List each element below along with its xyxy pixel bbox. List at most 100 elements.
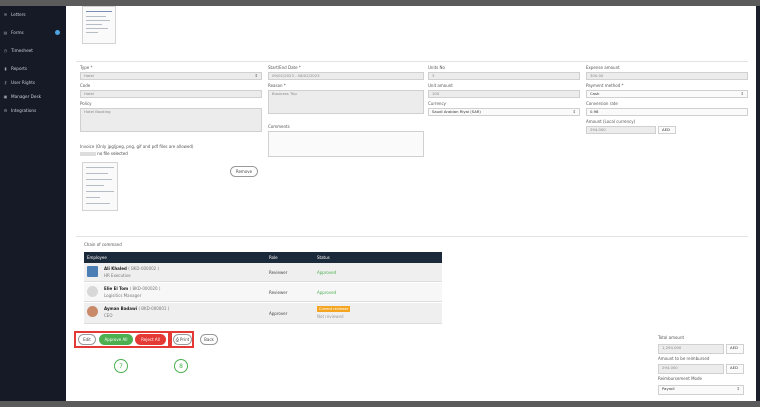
units-label: Units No: [428, 65, 445, 70]
comments-label: Comments: [268, 124, 290, 129]
plug-icon: ⚙: [3, 107, 8, 113]
key-icon: ⚷: [4, 79, 7, 85]
sidebar-item-letters[interactable]: ✉ Letters: [3, 10, 63, 18]
choose-file-button[interactable]: [80, 152, 96, 156]
avatar: [87, 286, 98, 297]
total-field: 1,294.000: [658, 344, 724, 354]
reimbursement-mode-select[interactable]: Payroll ⇕: [658, 385, 744, 395]
table-row: Ali Khaled ( BKD-000002 ) HR Executive R…: [84, 263, 442, 282]
employee-role: Approver: [269, 311, 288, 316]
current-reviewer-badge: Current reviewer: [317, 306, 351, 312]
main-content: Type * Hotel ⇕ Code Hotel Policy Hotel B…: [66, 6, 756, 401]
unit-amount-label: Unit amount: [428, 83, 453, 88]
type-select[interactable]: Hotel ⇕: [80, 72, 262, 80]
sidebar-item-reports[interactable]: ▮ Reports: [3, 64, 63, 72]
sidebar-item-label: Timesheet: [11, 47, 33, 53]
sidebar-item-label: Manager Desk: [11, 93, 42, 99]
payment-label: Payment method *: [586, 83, 624, 88]
avatar: [87, 266, 98, 277]
briefcase-icon: ▣: [3, 93, 8, 99]
local-amount-field[interactable]: 294.000: [586, 126, 656, 134]
edit-button[interactable]: Edit: [78, 334, 96, 345]
employee-title: HR Executive: [104, 273, 131, 278]
payment-select[interactable]: Cash ⇕: [586, 90, 748, 98]
reimburse-currency: AED: [726, 364, 744, 374]
reason-field[interactable]: Business Trip: [268, 90, 424, 114]
currency-select[interactable]: Saudi Arabian Riyal (SAR) ⇕: [428, 108, 580, 116]
attachment-thumbnail[interactable]: [82, 6, 116, 44]
comments-field[interactable]: [268, 131, 424, 157]
employee-title: Logisitics Manager: [104, 293, 142, 298]
local-currency-field: AED: [658, 126, 676, 134]
sidebar-item-label: Reports: [11, 65, 28, 71]
employee-role: Reviewer: [269, 270, 288, 275]
sidebar-item-integrations[interactable]: ⚙ Integrations: [3, 106, 63, 114]
clock-icon: ◷: [3, 47, 8, 53]
reject-all-button[interactable]: Reject All: [135, 334, 166, 345]
back-button[interactable]: Back: [200, 334, 218, 345]
section-divider: [76, 61, 748, 62]
avatar: [87, 306, 98, 317]
dates-field[interactable]: 09/02/2023 - 08/02/2023: [268, 72, 424, 80]
file-input[interactable]: no file selected: [80, 151, 128, 156]
unit-amount-field[interactable]: 100: [428, 90, 580, 98]
sidebar-item-user-rights[interactable]: ⚷ User Rights: [3, 78, 63, 86]
currency-select-value: Saudi Arabian Riyal (SAR): [432, 109, 481, 114]
sidebar-item-label: Integrations: [11, 107, 37, 113]
conversion-label: Conversion rate: [586, 101, 618, 106]
table-row: Elie El Tom ( BKD-000020 ) Logisitics Ma…: [84, 283, 442, 302]
units-field[interactable]: 3: [428, 72, 580, 80]
column-header-employee: Employee: [84, 252, 266, 263]
chart-icon: ▮: [4, 65, 7, 71]
sidebar-item-manager-desk[interactable]: ▣ Manager Desk: [3, 92, 63, 100]
reimbursement-mode-label: Reimbursement Mode: [658, 376, 702, 381]
payment-select-value: Cash: [590, 91, 600, 96]
invoice-thumbnail[interactable]: [82, 162, 118, 211]
type-select-value: Hotel: [84, 73, 95, 78]
status-text: Approved: [317, 290, 337, 295]
document-icon: ▤: [3, 29, 8, 35]
policy-label: Policy: [80, 101, 92, 106]
type-label: Type *: [80, 65, 93, 70]
sidebar-item-label: User Rights: [11, 79, 36, 85]
policy-field[interactable]: Hotel Booking: [80, 108, 262, 132]
employee-name: Ayman Badawi ( BKD-000001 ): [104, 306, 170, 311]
reason-label: Reason *: [268, 83, 286, 88]
employee-role: Reviewer: [269, 290, 288, 295]
reimburse-field: 294.000: [658, 364, 724, 374]
employee-name: Ali Khaled ( BKD-000002 ): [104, 266, 160, 271]
active-indicator-icon: [55, 29, 60, 35]
chain-title: Chain of command: [84, 242, 122, 247]
remove-button[interactable]: Remove: [230, 166, 258, 177]
sidebar: ✉ Letters ▤ Forms ◷ Timesheet ▮ Reports …: [0, 6, 66, 401]
total-label: Total amount: [658, 335, 685, 340]
step-marker-8: 8: [174, 359, 188, 373]
currency-label: Currency: [428, 101, 447, 106]
status-text: Not reviewed: [317, 314, 344, 319]
chevron-updown-icon: ⇕: [572, 109, 576, 114]
sidebar-item-label: Letters: [11, 11, 26, 17]
code-field[interactable]: Hotel: [80, 90, 262, 98]
envelope-icon: ✉: [3, 11, 8, 17]
chevron-updown-icon: ⇕: [254, 73, 258, 78]
employee-name: Elie El Tom ( BKD-000020 ): [104, 286, 161, 291]
column-header-status: Status: [314, 252, 442, 263]
step-marker-7: 7: [114, 359, 128, 373]
chevron-updown-icon: ⇕: [736, 386, 740, 391]
table-row: Ayman Badawi ( BKD-000001 ) CEO Approver…: [84, 303, 442, 324]
invoice-label: Invoice (Only jpg/jpeg, png, gif and pdf…: [80, 144, 194, 149]
conversion-field[interactable]: 0.98: [586, 108, 748, 116]
expense-field[interactable]: 300.00: [586, 72, 748, 80]
dates-label: Start/End Date *: [268, 65, 301, 70]
expense-label: Expense amount: [586, 65, 620, 70]
local-amount-label: Amount (Local currency): [586, 119, 636, 124]
chevron-updown-icon: ⇕: [740, 91, 744, 96]
reimburse-label: Amount to be reimbursed: [658, 356, 710, 361]
sidebar-item-timesheet[interactable]: ◷ Timesheet: [3, 46, 63, 54]
employee-title: CEO: [104, 313, 113, 318]
approve-all-button[interactable]: Approve All: [99, 334, 133, 345]
app-window: ✉ Letters ▤ Forms ◷ Timesheet ▮ Reports …: [0, 6, 760, 401]
print-button[interactable]: ⎙ Print: [173, 334, 192, 345]
sidebar-item-label: Forms: [11, 29, 24, 35]
sidebar-item-forms[interactable]: ▤ Forms: [3, 28, 63, 36]
